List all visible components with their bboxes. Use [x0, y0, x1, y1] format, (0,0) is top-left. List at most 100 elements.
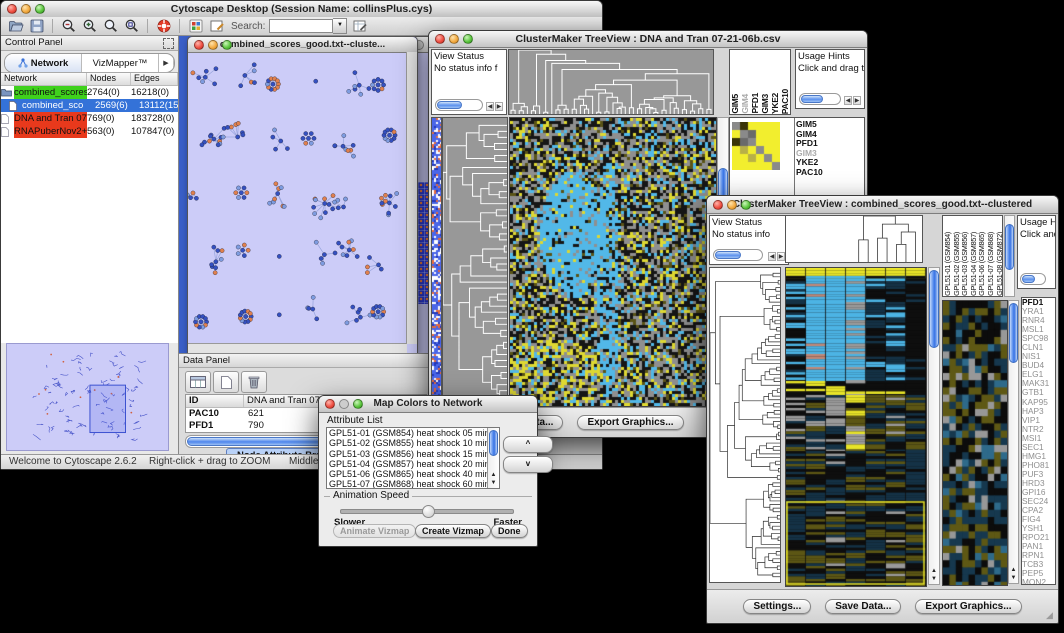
- save-data-button[interactable]: Save Data...: [825, 599, 901, 614]
- export-graphics-button[interactable]: Export Graphics...: [915, 599, 1021, 614]
- scrollbar-thumb[interactable]: [1022, 275, 1035, 283]
- zoom-selected-icon[interactable]: [123, 18, 140, 34]
- gene-label[interactable]: PEP5: [1022, 569, 1055, 578]
- table-row-selected[interactable]: combined_sco 2569(6) 13112(15): [1, 99, 178, 112]
- tv1-row-dendro[interactable]: [442, 117, 508, 405]
- gene-label[interactable]: YSH1: [1022, 524, 1055, 533]
- gene-label[interactable]: HAP3: [1022, 407, 1055, 416]
- attribute-list-item[interactable]: GPL51-04 (GSM857) heat shock 20 min: [327, 459, 499, 469]
- tab-network[interactable]: Network: [5, 54, 82, 72]
- gene-label[interactable]: NTR2: [1022, 425, 1055, 434]
- gene-label[interactable]: SEC1: [1022, 443, 1055, 452]
- gene-label[interactable]: MAK31: [1022, 379, 1055, 388]
- scroll-down-icon[interactable]: ▼: [1009, 574, 1018, 582]
- gene-label[interactable]: ELG1: [1022, 370, 1055, 379]
- vertical-scrollbar[interactable]: ▲ ▼: [928, 267, 940, 585]
- attribute-list-item[interactable]: GPL51-02 (GSM855) heat shock 10 min: [327, 438, 499, 448]
- scroll-up-icon[interactable]: ▲: [929, 567, 939, 575]
- close-button[interactable]: [194, 40, 204, 50]
- scrollbar-thumb[interactable]: [715, 251, 741, 259]
- gene-label[interactable]: RPO21: [1022, 533, 1055, 542]
- vertical-scrollbar[interactable]: [406, 52, 417, 344]
- zoom-button[interactable]: [35, 4, 45, 14]
- gene-label[interactable]: PFD1: [1022, 298, 1055, 307]
- tv2-heat[interactable]: [785, 267, 927, 587]
- scroll-right-icon[interactable]: ▶: [777, 252, 785, 261]
- attribute-list-item[interactable]: GPL51-07 (GSM868) heat shock 60 min: [327, 479, 499, 489]
- scrollbar-thumb[interactable]: [929, 270, 939, 348]
- col-edges[interactable]: Edges: [131, 73, 178, 85]
- minimize-button[interactable]: [21, 4, 31, 14]
- done-button[interactable]: Done: [491, 524, 528, 538]
- gene-label[interactable]: MSL1: [1022, 325, 1055, 334]
- resize-grip[interactable]: ◢: [1046, 610, 1056, 620]
- scroll-down-icon[interactable]: ▼: [488, 479, 499, 487]
- column-label[interactable]: PFD1: [750, 93, 760, 114]
- scroll-up-icon[interactable]: ▲: [1009, 566, 1018, 574]
- gene-label[interactable]: PHO81: [1022, 461, 1055, 470]
- close-button[interactable]: [7, 4, 17, 14]
- column-label[interactable]: GPL51-06 (GSM865): [977, 232, 986, 296]
- vertical-scrollbar[interactable]: ▲ ▼: [1008, 300, 1019, 584]
- gene-label[interactable]: PUF3: [1022, 470, 1055, 479]
- attribute-browser-icon[interactable]: [351, 18, 368, 34]
- tv1-strip[interactable]: [431, 117, 442, 407]
- gene-label[interactable]: NIS1: [1022, 352, 1055, 361]
- gene-label[interactable]: PAC10: [796, 168, 864, 178]
- delete-attribute-trash-icon[interactable]: [241, 371, 267, 393]
- zoom-scrollbar[interactable]: [435, 99, 483, 111]
- column-label[interactable]: GIM4: [740, 94, 750, 114]
- gene-label[interactable]: VIP1: [1022, 416, 1055, 425]
- scrollbar-thumb[interactable]: [1009, 303, 1018, 363]
- column-label[interactable]: GPL51-08 (GSM872): [995, 232, 1003, 296]
- gene-label[interactable]: TCB3: [1022, 560, 1055, 569]
- table-row[interactable]: combined_scores_ 2764(0) 16218(0): [1, 86, 178, 99]
- zoom-button[interactable]: [222, 40, 232, 50]
- column-label[interactable]: GPL51-07 (GSM868): [986, 232, 995, 296]
- zoom-button[interactable]: [353, 399, 363, 409]
- slider-thumb[interactable]: [422, 505, 435, 518]
- gene-label[interactable]: SEC24: [1022, 497, 1055, 506]
- scroll-left-icon[interactable]: ◀: [768, 252, 776, 261]
- column-label[interactable]: GPL51-03 (GSM856): [960, 232, 969, 296]
- window-titlebar[interactable]: Map Colors to Network: [319, 396, 537, 413]
- speed-slider[interactable]: [340, 509, 514, 514]
- close-button[interactable]: [435, 34, 445, 44]
- annotation-icon[interactable]: [208, 18, 225, 34]
- attribute-list-item[interactable]: GPL51-06 (GSM865) heat shock 40 min: [327, 469, 499, 479]
- gene-label[interactable]: HMG1: [1022, 452, 1055, 461]
- scrollbar-thumb[interactable]: [1005, 224, 1014, 270]
- scroll-right-icon[interactable]: ▶: [853, 96, 861, 105]
- scrollbar-thumb[interactable]: [489, 430, 498, 456]
- minimize-button[interactable]: [727, 200, 737, 210]
- gene-label[interactable]: GTB1: [1022, 388, 1055, 397]
- table-row[interactable]: DNA and Tran 07 769(0) 183728(0): [1, 112, 178, 125]
- col-nodes[interactable]: Nodes: [87, 73, 131, 85]
- gene-label[interactable]: BUD4: [1022, 361, 1055, 370]
- attribute-list-item[interactable]: GPL51-01 (GSM854) heat shock 05 min: [327, 428, 499, 438]
- zoom-button[interactable]: [463, 34, 473, 44]
- col-network[interactable]: Network: [1, 73, 87, 85]
- attribute-list-item[interactable]: GPL51-03 (GSM856) heat shock 15 min: [327, 449, 499, 459]
- column-label[interactable]: YKE2: [770, 93, 780, 114]
- help-lifesaver-icon[interactable]: [155, 18, 172, 34]
- vizmapper-icon[interactable]: [187, 18, 204, 34]
- attribute-table-icon[interactable]: [185, 371, 211, 393]
- search-input[interactable]: [269, 19, 333, 33]
- gene-label[interactable]: CPA2: [1022, 506, 1055, 515]
- gene-label[interactable]: MON2: [1022, 578, 1055, 585]
- gene-label[interactable]: RPN1: [1022, 551, 1055, 560]
- export-graphics-button[interactable]: Export Graphics...: [577, 415, 683, 430]
- tab-vizmapper[interactable]: VizMapper™: [82, 54, 159, 72]
- vertical-scrollbar[interactable]: [1004, 215, 1015, 297]
- gene-label[interactable]: PFD1: [796, 139, 864, 149]
- minimize-button[interactable]: [449, 34, 459, 44]
- scroll-left-icon[interactable]: ◀: [486, 102, 494, 111]
- window-titlebar[interactable]: ClusterMaker TreeView : combined_scores_…: [707, 196, 1058, 214]
- table-row[interactable]: RNAPuberNov2+ 563(0) 107847(0): [1, 125, 178, 138]
- gene-label[interactable]: CLN1: [1022, 343, 1055, 352]
- window-titlebar[interactable]: Cytoscape Desktop (Session Name: collins…: [1, 1, 602, 18]
- tv2-zoom[interactable]: [942, 300, 1008, 586]
- zoom-scrollbar[interactable]: [799, 93, 841, 105]
- close-button[interactable]: [713, 200, 723, 210]
